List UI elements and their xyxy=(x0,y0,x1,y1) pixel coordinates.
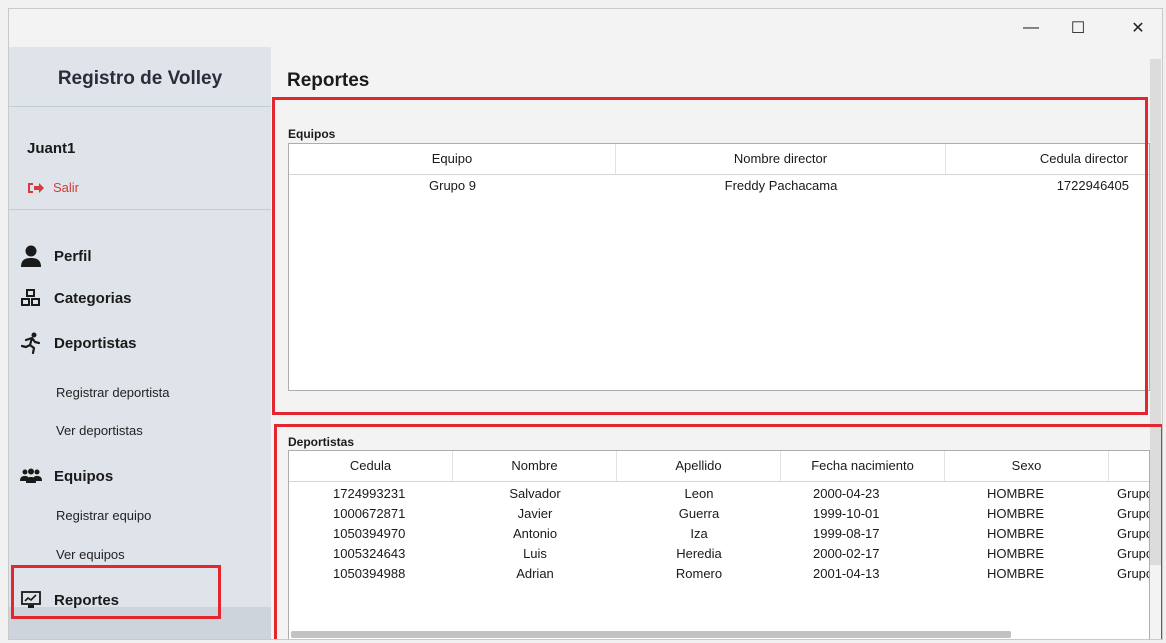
report-icon xyxy=(19,589,43,611)
sidebar-item-categorias[interactable]: Categorias xyxy=(19,287,132,309)
table-row[interactable]: 1050394988 Adrian Romero 2001-04-13 HOMBRE Gr… xyxy=(289,563,1150,585)
cell-fecha-nacimiento: 1999-10-01 xyxy=(813,506,880,521)
cell-sexo: HOMBRE xyxy=(987,546,1045,561)
sidebar-item-deportistas[interactable]: Deportistas xyxy=(19,332,137,354)
cell-sexo: HOMBRE xyxy=(987,526,1045,541)
cell-fecha-nacimiento: 2000-02-17 xyxy=(813,546,880,561)
username-label: Juant1 xyxy=(27,140,76,157)
vertical-scrollbar[interactable] xyxy=(1150,59,1161,565)
logout-label: Salir xyxy=(53,180,80,195)
column-header-nombre-director[interactable]: Nombre director xyxy=(616,144,946,174)
cell-cedula: 1000672871 xyxy=(333,506,406,521)
cell-nombre: Adrian xyxy=(516,566,554,581)
cell-apellido: Leon xyxy=(684,486,714,501)
cell-nombre: Javier xyxy=(517,506,553,521)
column-header-sexo[interactable]: Sexo xyxy=(945,451,1109,481)
sidebar-item-label: Deportistas xyxy=(54,334,137,352)
cell-nombre: Salvador xyxy=(509,486,561,501)
sidebar-item-registrar-equipo[interactable]: Registrar equipo xyxy=(56,508,151,523)
minimize-button[interactable]: — xyxy=(1011,9,1051,47)
sidebar-item-perfil[interactable]: Perfil xyxy=(19,245,92,267)
cell-sexo: HOMBRE xyxy=(987,506,1045,521)
sidebar-item-label: Reportes xyxy=(54,591,120,609)
sidebar-item-label: Perfil xyxy=(54,247,92,265)
deportistas-table-header: Cedula Nombre Apellido Fecha nacimiento … xyxy=(289,451,1149,482)
cell-equipo: Grupo 9 xyxy=(1117,526,1150,541)
equipos-table-header: Equipo Nombre director Cedula director xyxy=(289,144,1149,175)
app-title: Registro de Volley xyxy=(57,68,223,89)
cell-cedula: 1005324643 xyxy=(333,546,406,561)
title-bar: — ☐ ✕ xyxy=(9,9,1162,47)
cell-fecha-nacimiento: 2000-04-23 xyxy=(813,486,880,501)
cell-equipo: Grupo 9 xyxy=(1117,546,1150,561)
table-row[interactable]: 1050394970 Antonio Iza 1999-08-17 HOMBRE Grup… xyxy=(289,523,1150,545)
user-icon xyxy=(19,245,43,267)
sidebar-divider xyxy=(9,209,271,210)
cell-fecha-nacimiento: 2001-04-13 xyxy=(813,566,880,581)
deportistas-table[interactable]: Cedula Nombre Apellido Fecha nacimiento … xyxy=(288,450,1150,639)
cell-apellido: Heredia xyxy=(676,546,722,561)
sidebar: Registro de Volley Juant1 Salir Perfil C… xyxy=(9,47,271,639)
sidebar-active-highlight xyxy=(9,607,271,639)
deportistas-section-label: Deportistas xyxy=(288,435,355,449)
sidebar-item-ver-deportistas[interactable]: Ver deportistas xyxy=(56,423,143,438)
cell-nombre: Luis xyxy=(523,546,547,561)
equipos-section-label: Equipos xyxy=(288,127,336,141)
table-row[interactable]: 1000672871 Javier Guerra 1999-10-01 HOMBRE Gr… xyxy=(289,503,1150,525)
cell-equipo: Grupo 9 xyxy=(1117,486,1150,501)
cell-nombre-director: Freddy Pachacama xyxy=(724,178,838,193)
page-title: Reportes xyxy=(287,70,370,91)
cell-cedula: 1724993231 xyxy=(333,486,406,501)
table-row[interactable]: 1005324643 Luis Heredia 2000-02-17 HOMBRE Gru… xyxy=(289,543,1150,565)
sidebar-item-label: Equipos xyxy=(54,467,114,485)
app-window: — ☐ ✕ Registro de Volley Juant1 Salir Pe… xyxy=(8,8,1163,640)
column-header-equipo[interactable] xyxy=(1109,451,1149,481)
cell-nombre: Antonio xyxy=(512,526,558,541)
column-header-cedula[interactable]: Cedula xyxy=(289,451,453,481)
cell-cedula-director: 1722946405 xyxy=(1056,178,1129,193)
sidebar-item-equipos[interactable]: Equipos xyxy=(19,465,113,487)
cell-sexo: HOMBRE xyxy=(987,486,1045,501)
cell-apellido: Romero xyxy=(675,566,723,581)
column-header-fecha-nacimiento[interactable]: Fecha nacimiento xyxy=(781,451,945,481)
cell-cedula: 1050394970 xyxy=(333,526,406,541)
cell-equipo: Grupo 9 xyxy=(429,178,476,193)
sidebar-item-registrar-deportista[interactable]: Registrar deportista xyxy=(56,385,169,400)
logout-icon xyxy=(27,181,45,195)
sidebar-item-label: Categorias xyxy=(54,289,132,307)
close-button[interactable]: ✕ xyxy=(1118,9,1158,47)
sidebar-item-reportes[interactable]: Reportes xyxy=(19,589,119,611)
cell-apellido: Guerra xyxy=(678,506,720,521)
users-icon xyxy=(19,465,43,487)
column-header-equipo[interactable]: Equipo xyxy=(289,144,616,174)
column-header-apellido[interactable]: Apellido xyxy=(617,451,781,481)
sidebar-divider xyxy=(9,106,271,107)
table-row[interactable]: Grupo 9 Freddy Pachacama 1722946405 xyxy=(289,175,1149,197)
maximize-button[interactable]: ☐ xyxy=(1058,9,1098,47)
sidebar-item-ver-equipos[interactable]: Ver equipos xyxy=(56,547,125,562)
column-header-cedula-director[interactable]: Cedula director xyxy=(946,144,1149,174)
table-row[interactable]: 1724993231 Salvador Leon 2000-04-23 HOMBRE Gr… xyxy=(289,483,1150,505)
cell-sexo: HOMBRE xyxy=(987,566,1045,581)
cell-fecha-nacimiento: 1999-08-17 xyxy=(813,526,880,541)
cubes-icon xyxy=(19,287,43,309)
cell-equipo: Grupo 9 xyxy=(1117,506,1150,521)
cell-apellido: Iza xyxy=(690,526,708,541)
column-header-nombre[interactable]: Nombre xyxy=(453,451,617,481)
main-content: Reportes Equipos Equipo Nombre director … xyxy=(271,47,1162,639)
equipos-table[interactable]: Equipo Nombre director Cedula director G… xyxy=(288,143,1150,391)
cell-equipo: Grupo 9 xyxy=(1117,566,1150,581)
running-icon xyxy=(19,332,43,354)
cell-cedula: 1050394988 xyxy=(333,566,406,581)
logout-button[interactable]: Salir xyxy=(27,180,79,195)
horizontal-scrollbar[interactable] xyxy=(291,631,1011,638)
